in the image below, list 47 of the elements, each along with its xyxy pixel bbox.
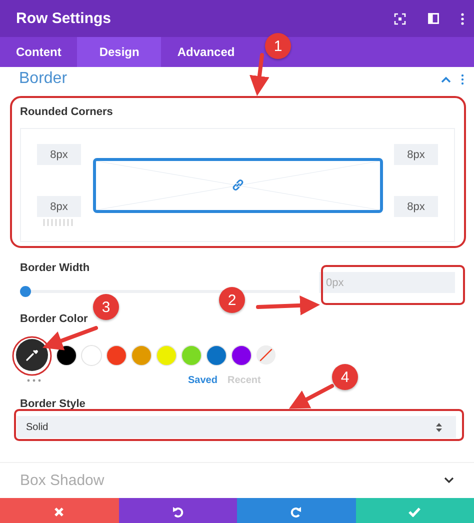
checkmark-icon	[408, 506, 422, 516]
color-swatch[interactable]	[156, 344, 177, 366]
focus-icon[interactable]	[394, 12, 406, 24]
slider-ticks-icon	[43, 219, 73, 226]
tab[interactable]: Content	[0, 37, 78, 67]
more-icon[interactable]	[461, 12, 464, 24]
corner-input[interactable]: 8px	[37, 196, 81, 217]
color-swatch[interactable]	[181, 344, 202, 366]
annotation-arrow	[42, 326, 98, 350]
no-color-swatch[interactable]	[256, 345, 276, 365]
undo-icon	[172, 506, 184, 518]
sidebar-icon[interactable]	[428, 13, 439, 24]
step-badge: 3	[93, 294, 119, 320]
corner-input[interactable]: 8px	[37, 144, 81, 165]
tab[interactable]: Design	[77, 37, 162, 67]
color-swatch[interactable]	[206, 344, 227, 366]
sort-arrows-icon	[436, 422, 442, 432]
tab[interactable]: Advanced	[161, 37, 251, 67]
redo-icon	[290, 506, 302, 518]
field-label: Border Width	[20, 262, 90, 274]
step-badge: 2	[219, 287, 245, 313]
color-swatch[interactable]	[56, 344, 77, 366]
corner-input[interactable]: 8px	[394, 196, 438, 217]
color-swatch[interactable]	[131, 344, 152, 366]
color-swatch[interactable]	[231, 344, 252, 366]
color-swatch[interactable]	[106, 344, 127, 366]
corner-input[interactable]: 8px	[394, 144, 438, 165]
link-icon[interactable]	[230, 178, 244, 192]
more-icon[interactable]	[461, 74, 464, 84]
field-label: Border Color	[20, 313, 88, 325]
slider-thumb[interactable]	[20, 286, 31, 297]
palette-tab[interactable]: Saved	[188, 375, 218, 386]
annotation-arrow	[250, 53, 270, 96]
eyedropper-icon	[25, 348, 39, 362]
field-label: Rounded Corners	[20, 106, 113, 118]
step-badge: 4	[332, 364, 358, 390]
section-title[interactable]: Border	[19, 70, 68, 88]
annotation-arrow	[288, 384, 334, 409]
field-label: Border Style	[20, 398, 86, 410]
style-select[interactable]: Solid	[17, 416, 456, 438]
close-icon	[54, 506, 64, 516]
window-title: Row Settings	[16, 10, 112, 27]
annotation-arrow	[256, 295, 320, 316]
chevron-icon[interactable]	[444, 477, 454, 484]
highlight-frame	[12, 336, 52, 376]
color-picker-button[interactable]	[16, 339, 48, 371]
color-swatch[interactable]	[81, 344, 102, 366]
